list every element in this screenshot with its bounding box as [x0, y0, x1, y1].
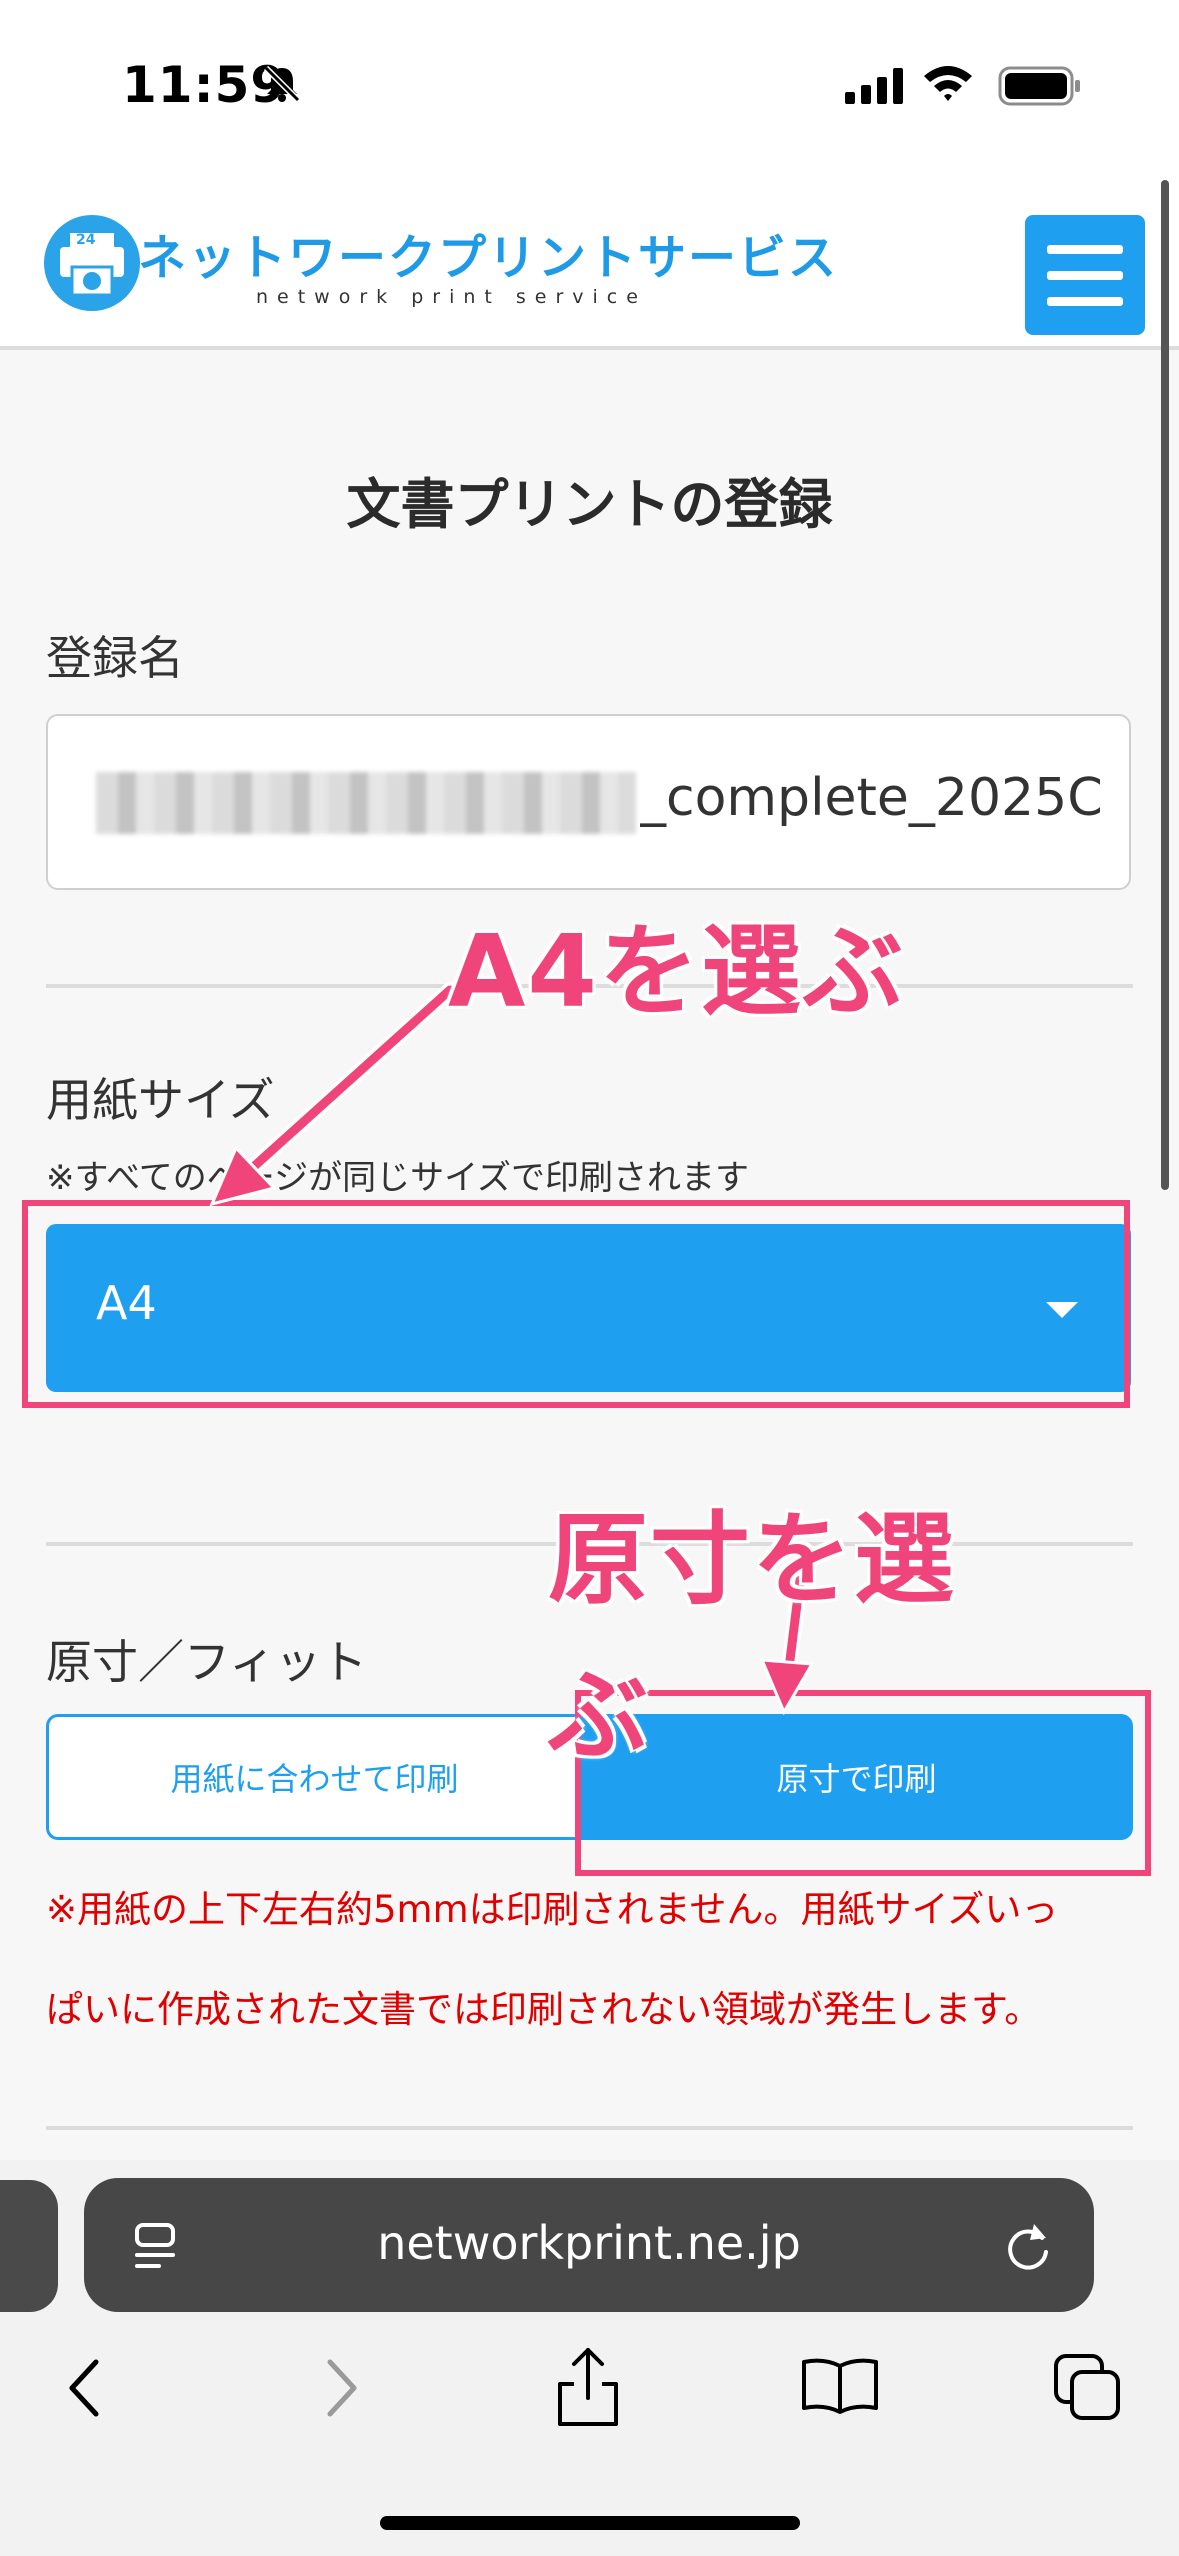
tabs-icon[interactable]	[1052, 2352, 1124, 2424]
url-text: networkprint.ne.jp	[377, 2216, 801, 2270]
bookmarks-icon[interactable]	[800, 2356, 880, 2416]
previous-tab-preview[interactable]	[0, 2180, 58, 2312]
reload-icon[interactable]	[1004, 2220, 1054, 2274]
back-icon[interactable]	[64, 2358, 104, 2418]
home-indicator	[380, 2516, 800, 2530]
share-icon[interactable]	[556, 2346, 620, 2428]
annotation-original-label-1: 原寸を選	[548, 1501, 956, 1618]
forward-icon[interactable]	[322, 2358, 362, 2418]
annotation-original-label-2: ぶ	[548, 1657, 650, 1774]
address-bar[interactable]: networkprint.ne.jp	[84, 2178, 1094, 2312]
annotation-a4-label: A4を選ぶ	[448, 913, 905, 1030]
